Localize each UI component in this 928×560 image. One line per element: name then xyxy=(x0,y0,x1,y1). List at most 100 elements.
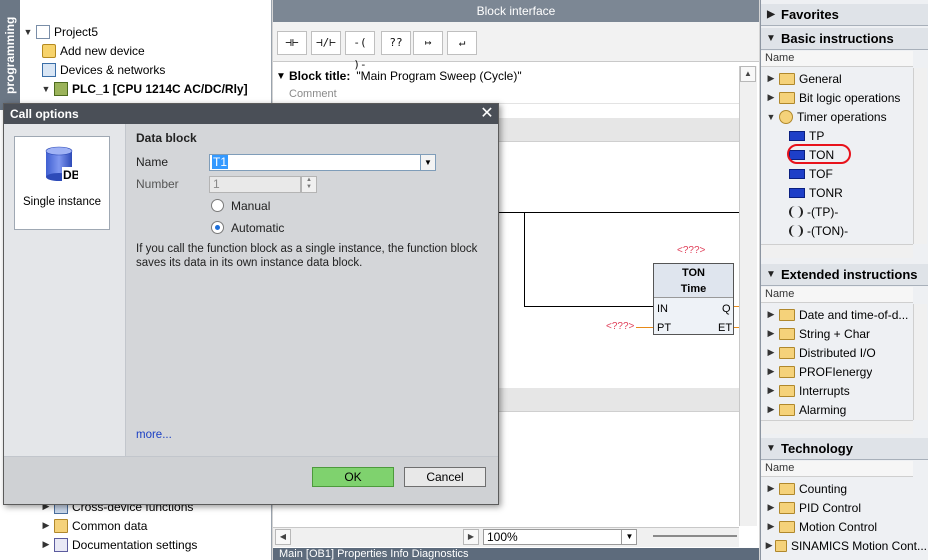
single-instance-tile[interactable]: DB Single instance xyxy=(14,136,110,230)
ton-highlight-circle xyxy=(787,144,851,164)
palette-folder-bit-logic[interactable]: ▶ Bit logic operations xyxy=(765,88,901,107)
ok-button[interactable]: OK xyxy=(312,467,394,487)
expand-arrow-icon[interactable]: ▶ xyxy=(765,483,777,494)
zoom-slider[interactable] xyxy=(653,535,737,537)
tree-item-project[interactable]: ▼ Project5 xyxy=(22,22,98,41)
tree-item-plc[interactable]: ▼ PLC_1 [CPU 1214C AC/DC/Rly] xyxy=(40,79,248,98)
bottom-tab-strip[interactable]: Main [OB1] Properties Info Diagnostics xyxy=(273,548,759,560)
column-header-name[interactable]: Name xyxy=(761,287,913,303)
extended-horizontal-scrollbar[interactable] xyxy=(761,420,913,434)
palette-folder-string-char[interactable]: ▶ String + Char xyxy=(765,324,871,343)
palette-folder-pid-control[interactable]: ▶ PID Control xyxy=(765,498,862,517)
expand-arrow-icon[interactable]: ▶ xyxy=(765,385,777,396)
name-input[interactable]: T1 xyxy=(209,154,421,171)
program-blocks-vertical-tab[interactable]: programming xyxy=(0,0,20,110)
pt-placeholder[interactable]: <???> xyxy=(606,321,634,332)
expand-arrow-icon[interactable]: ▶ xyxy=(761,9,781,20)
collapse-arrow-icon[interactable]: ▼ xyxy=(765,112,777,122)
palette-folder-interrupts[interactable]: ▶ Interrupts xyxy=(765,381,850,400)
palette-item-label: PROFIenergy xyxy=(799,364,873,379)
section-title: Technology xyxy=(781,441,853,456)
technology-header[interactable]: ▼ Technology xyxy=(761,438,928,460)
palette-item-ton-coil[interactable]: -(TON)- xyxy=(765,221,848,240)
palette-folder-timer-operations[interactable]: ▼ Timer operations xyxy=(765,107,887,126)
tree-item-label: Project5 xyxy=(54,24,99,39)
palette-folder-sinamics[interactable]: ▶ SINAMICS Motion Cont... xyxy=(765,536,927,555)
chevron-down-icon[interactable]: ▼ xyxy=(420,154,436,171)
chevron-down-icon[interactable]: ▼ xyxy=(621,529,637,545)
expand-arrow-icon[interactable]: ▶ xyxy=(765,404,777,415)
tree-item-devices-networks[interactable]: Devices & networks xyxy=(40,60,165,79)
more-link[interactable]: more... xyxy=(136,429,172,441)
palette-item-tp[interactable]: TP xyxy=(765,126,824,145)
collapse-arrow-icon[interactable]: ▼ xyxy=(273,71,289,82)
close-icon[interactable]: ✕ xyxy=(478,105,496,123)
automatic-radio[interactable] xyxy=(211,221,224,234)
palette-folder-counting[interactable]: ▶ Counting xyxy=(765,479,848,498)
palette-item-label: -(TP)- xyxy=(807,204,839,219)
scroll-right-icon[interactable]: ▶ xyxy=(463,529,479,545)
coil-button[interactable]: -( )- xyxy=(345,31,375,71)
number-input[interactable]: 1 xyxy=(209,176,301,193)
collapse-arrow-icon[interactable]: ▼ xyxy=(761,443,781,454)
palette-folder-date-time[interactable]: ▶ Date and time-of-d... xyxy=(765,305,913,324)
expand-arrow-icon[interactable]: ▶ xyxy=(765,540,773,551)
ton-instruction-box[interactable]: TON Time IN PT Q ET xyxy=(653,263,734,335)
basic-vertical-scrollbar[interactable] xyxy=(913,68,927,244)
open-branch-button[interactable]: ↦ xyxy=(413,31,443,55)
basic-instructions-header[interactable]: ▼ Basic instructions xyxy=(761,28,928,50)
expand-arrow-icon[interactable]: ▶ xyxy=(765,309,777,320)
folder-icon xyxy=(779,327,795,340)
tree-item-common-data[interactable]: ▶ Common data xyxy=(40,516,147,535)
scroll-up-icon[interactable]: ▲ xyxy=(740,66,756,82)
palette-folder-alarming[interactable]: ▶ Alarming xyxy=(765,400,847,419)
expand-arrow-icon[interactable]: ▶ xyxy=(765,347,777,358)
collapse-arrow-icon[interactable]: ▼ xyxy=(761,33,781,44)
collapse-arrow-icon[interactable]: ▼ xyxy=(22,27,34,37)
pin-et: ET xyxy=(718,322,733,334)
expand-arrow-icon[interactable]: ▶ xyxy=(765,521,777,532)
branch-wire xyxy=(524,212,525,307)
no-contact-button[interactable]: ⊣⊢ xyxy=(277,31,307,55)
expand-arrow-icon[interactable]: ▶ xyxy=(765,328,777,339)
palette-item-tonr[interactable]: TONR xyxy=(765,183,843,202)
palette-item-label: TOF xyxy=(809,166,833,181)
tree-item-add-new-device[interactable]: Add new device xyxy=(40,41,145,60)
palette-folder-general[interactable]: ▶ General xyxy=(765,69,842,88)
block-comment[interactable]: Comment xyxy=(289,88,739,104)
empty-box-button[interactable]: ?? xyxy=(381,31,411,55)
expand-arrow-icon[interactable]: ▶ xyxy=(765,366,777,377)
close-branch-button[interactable]: ↵ xyxy=(447,31,477,55)
favorites-section-header[interactable]: ▶ Favorites xyxy=(761,4,928,26)
collapse-arrow-icon[interactable]: ▼ xyxy=(761,269,781,280)
column-header-name[interactable]: Name xyxy=(761,51,913,67)
collapse-arrow-icon[interactable]: ▼ xyxy=(40,84,52,94)
editor-vertical-scrollbar[interactable]: ▲ xyxy=(739,66,757,526)
extended-vertical-scrollbar[interactable] xyxy=(913,304,927,420)
palette-item-tof[interactable]: TOF xyxy=(765,164,833,183)
block-title-value[interactable]: "Main Program Sweep (Cycle)" xyxy=(356,69,521,83)
palette-folder-motion-control[interactable]: ▶ Motion Control xyxy=(765,517,878,536)
expand-arrow-icon[interactable]: ▶ xyxy=(40,520,52,531)
block-interface-header[interactable]: Block interface xyxy=(273,0,759,22)
column-header-name[interactable]: Name xyxy=(761,461,913,477)
number-spinner[interactable]: ▲ ▼ xyxy=(301,176,317,193)
manual-radio[interactable] xyxy=(211,199,224,212)
palette-item-label: PID Control xyxy=(799,500,862,515)
zoom-select[interactable]: 100% xyxy=(483,529,637,545)
nc-contact-button[interactable]: ⊣/⊢ xyxy=(311,31,341,55)
palette-item-tp-coil[interactable]: -(TP)- xyxy=(765,202,838,221)
expand-arrow-icon[interactable]: ▶ xyxy=(40,539,52,550)
expand-arrow-icon[interactable]: ▶ xyxy=(765,502,777,513)
expand-arrow-icon[interactable]: ▶ xyxy=(765,73,777,84)
palette-folder-profienergy[interactable]: ▶ PROFIenergy xyxy=(765,362,873,381)
extended-instructions-header[interactable]: ▼ Extended instructions xyxy=(761,264,928,286)
palette-folder-distributed-io[interactable]: ▶ Distributed I/O xyxy=(765,343,876,362)
cancel-button[interactable]: Cancel xyxy=(404,467,486,487)
expand-arrow-icon[interactable]: ▶ xyxy=(765,92,777,103)
scroll-left-icon[interactable]: ◀ xyxy=(275,529,291,545)
tree-item-label: Common data xyxy=(72,518,148,533)
instance-placeholder[interactable]: <???> xyxy=(677,245,705,256)
basic-horizontal-scrollbar[interactable] xyxy=(761,244,913,258)
tree-item-documentation-settings[interactable]: ▶ Documentation settings xyxy=(40,535,197,554)
